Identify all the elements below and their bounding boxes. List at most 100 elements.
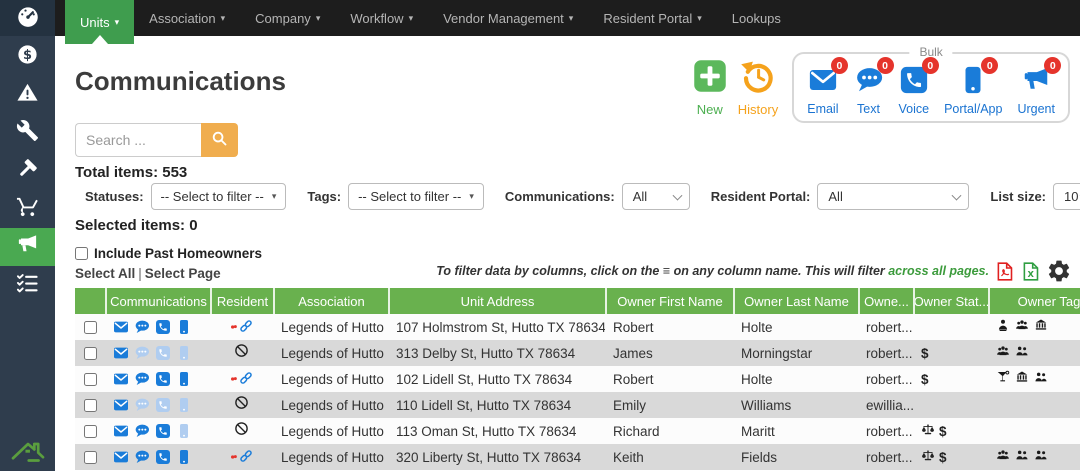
- column-header-owner-tag[interactable]: Owner Tag: [988, 288, 1080, 314]
- email-icon[interactable]: [113, 397, 129, 413]
- mobile-icon[interactable]: [176, 397, 192, 413]
- column-header-communications[interactable]: Communications: [105, 288, 210, 314]
- history-button[interactable]: History: [738, 52, 778, 123]
- table-row[interactable]: Legends of Hutto107 Holmstrom St, Hutto …: [75, 314, 1080, 340]
- search-button[interactable]: [201, 123, 238, 157]
- new-button[interactable]: New: [692, 52, 728, 123]
- column-header-owner-last-name[interactable]: Owner Last Name: [733, 288, 858, 314]
- nav-item-workflow[interactable]: Workflow▾: [335, 0, 428, 36]
- voice-icon[interactable]: [155, 423, 171, 439]
- pair-tag-icon: [1034, 448, 1048, 467]
- row-checkbox[interactable]: [84, 321, 97, 334]
- tags-dropdown[interactable]: -- Select to filter --▾: [348, 183, 484, 210]
- mobile-icon[interactable]: [176, 449, 192, 465]
- voice-icon[interactable]: [155, 397, 171, 413]
- bulk-voice-button[interactable]: 0Voice: [899, 65, 930, 116]
- voice-icon: 0: [899, 65, 929, 100]
- sidebar-items: $: [0, 38, 55, 304]
- owner-email-cell: ewillia...: [858, 392, 913, 418]
- column-header-owner-first-name[interactable]: Owner First Name: [605, 288, 733, 314]
- chat-icon: 0: [854, 65, 884, 100]
- column-header-owne[interactable]: Owne...: [858, 288, 913, 314]
- chat-icon[interactable]: [134, 319, 150, 335]
- voice-icon[interactable]: [155, 345, 171, 361]
- nav-item-vendor-management[interactable]: Vendor Management▾: [428, 0, 588, 36]
- dollar-stat-icon: $: [921, 346, 929, 361]
- app-logo[interactable]: [0, 0, 55, 36]
- column-header-owner-stat[interactable]: Owner Stat...: [913, 288, 988, 314]
- bulk-text-button[interactable]: 0 Text: [854, 65, 884, 116]
- column-header-unit-address[interactable]: Unit Address: [388, 288, 605, 314]
- list-size-select[interactable]: 10: [1053, 183, 1080, 210]
- bulk-portal-app-button[interactable]: 0Portal/App: [944, 65, 1002, 116]
- email-icon[interactable]: [113, 423, 129, 439]
- chat-icon[interactable]: [134, 345, 150, 361]
- resident-linked-icon[interactable]: [230, 370, 254, 388]
- select-all-link[interactable]: Select All: [75, 266, 135, 281]
- email-icon[interactable]: [113, 345, 129, 361]
- mobile-icon[interactable]: [176, 371, 192, 387]
- resident-linked-icon[interactable]: [230, 318, 254, 336]
- row-checkbox[interactable]: [84, 399, 97, 412]
- statuses-label: Statuses:: [85, 189, 144, 204]
- group-tag-icon: [996, 344, 1010, 363]
- table-row[interactable]: Legends of Hutto113 Oman St, Hutto TX 78…: [75, 418, 1080, 444]
- email-icon[interactable]: [113, 371, 129, 387]
- sidebar-item-warning[interactable]: [0, 76, 55, 114]
- caret-down-icon: ▾: [697, 13, 702, 24]
- nav-item-lookups[interactable]: Lookups: [717, 0, 796, 36]
- table-row[interactable]: Legends of Hutto313 Delby St, Hutto TX 7…: [75, 340, 1080, 366]
- voice-icon[interactable]: [155, 319, 171, 335]
- owner-last-name-cell: Holte: [733, 314, 858, 340]
- chat-icon[interactable]: [134, 449, 150, 465]
- table-row[interactable]: Legends of Hutto320 Liberty St, Hutto TX…: [75, 444, 1080, 470]
- nav-item-association[interactable]: Association▾: [134, 0, 240, 36]
- resident-linked-icon[interactable]: [230, 448, 254, 466]
- bulk-email-button[interactable]: 0Email: [807, 65, 838, 116]
- mobile-icon[interactable]: [176, 319, 192, 335]
- cocktail-tag-icon: [996, 370, 1010, 389]
- row-checkbox[interactable]: [84, 451, 97, 464]
- sidebar-item-checklist[interactable]: [0, 266, 55, 304]
- excel-export-icon[interactable]: X: [1020, 261, 1041, 282]
- pair-tag-icon: [1034, 370, 1048, 389]
- voice-icon[interactable]: [155, 449, 171, 465]
- resident-portal-select[interactable]: All: [817, 183, 969, 210]
- email-icon[interactable]: [113, 319, 129, 335]
- nav-item-units[interactable]: Units▾: [65, 0, 134, 44]
- sidebar-item-cart[interactable]: [0, 190, 55, 228]
- nav-item-company[interactable]: Company▾: [240, 0, 335, 36]
- chat-icon[interactable]: [134, 423, 150, 439]
- chat-icon[interactable]: [134, 371, 150, 387]
- pair-tag-icon: [1015, 344, 1029, 363]
- table-row[interactable]: Legends of Hutto110 Lidell St, Hutto TX …: [75, 392, 1080, 418]
- voice-icon[interactable]: [155, 371, 171, 387]
- email-icon[interactable]: [113, 449, 129, 465]
- statuses-dropdown[interactable]: -- Select to filter --▾: [151, 183, 287, 210]
- bulk-item-label: Text: [857, 102, 880, 116]
- column-header-resident[interactable]: Resident: [210, 288, 273, 314]
- pdf-export-icon[interactable]: [994, 261, 1015, 282]
- owner-stat-cell: $: [913, 418, 988, 444]
- communications-select[interactable]: All: [622, 183, 690, 210]
- email-icon: 0: [808, 65, 838, 100]
- sidebar-item-megaphone[interactable]: [0, 228, 55, 266]
- table-row[interactable]: Legends of Hutto102 Lidell St, Hutto TX …: [75, 366, 1080, 392]
- row-checkbox[interactable]: [84, 373, 97, 386]
- mobile-icon[interactable]: [176, 345, 192, 361]
- sidebar-item-dollar[interactable]: $: [0, 38, 55, 76]
- include-past-checkbox[interactable]: [75, 247, 88, 260]
- sidebar-item-hammer[interactable]: [0, 152, 55, 190]
- column-header-checkbox[interactable]: [75, 288, 105, 314]
- search-input[interactable]: [75, 123, 201, 157]
- bulk-urgent-button[interactable]: 0Urgent: [1017, 65, 1055, 116]
- nav-item-resident-portal[interactable]: Resident Portal▾: [588, 0, 716, 36]
- row-checkbox[interactable]: [84, 425, 97, 438]
- mobile-icon[interactable]: [176, 423, 192, 439]
- chat-icon[interactable]: [134, 397, 150, 413]
- select-page-link[interactable]: Select Page: [145, 266, 221, 281]
- sidebar-item-wrench[interactable]: [0, 114, 55, 152]
- row-checkbox[interactable]: [84, 347, 97, 360]
- settings-gear-icon[interactable]: [1046, 258, 1072, 284]
- column-header-association[interactable]: Association: [273, 288, 388, 314]
